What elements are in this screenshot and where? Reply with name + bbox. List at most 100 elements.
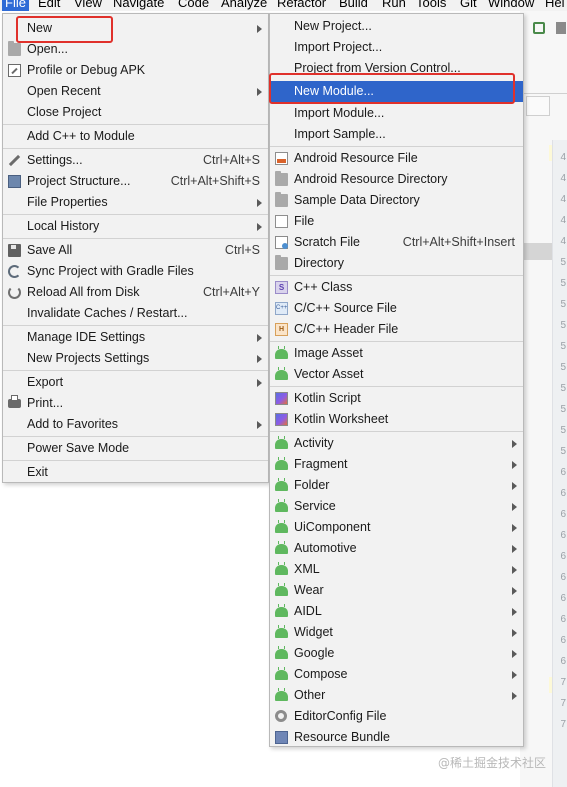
menu-separator bbox=[270, 146, 523, 147]
file-menu-local-history[interactable]: Local History bbox=[3, 216, 268, 237]
menu-item-label: Compose bbox=[294, 667, 348, 681]
activity-item[interactable]: Activity bbox=[270, 433, 523, 454]
menu-item-label: Other bbox=[294, 688, 326, 702]
file-menu-close-project[interactable]: Close Project bbox=[3, 102, 268, 123]
android-resource-directory-item[interactable]: Android Resource Directory bbox=[270, 169, 523, 190]
aidl-item[interactable]: AIDL bbox=[270, 601, 523, 622]
submenu-arrow-icon bbox=[257, 25, 262, 33]
other-item[interactable]: Other bbox=[270, 685, 523, 706]
menu-file[interactable]: File bbox=[2, 0, 29, 11]
import-module-item[interactable]: Import Module... bbox=[270, 103, 523, 124]
line-number: 4 bbox=[560, 215, 566, 226]
file-menu-reload-all[interactable]: Reload All from Disk Ctrl+Alt+Y bbox=[3, 282, 268, 303]
android-icon bbox=[275, 499, 288, 512]
menu-window[interactable]: Window bbox=[485, 0, 537, 11]
menu-tools[interactable]: Tools bbox=[413, 0, 449, 11]
new-project-item[interactable]: New Project... bbox=[270, 16, 523, 37]
project-from-vcs-item[interactable]: Project from Version Control... bbox=[270, 58, 523, 79]
scratch-file-item[interactable]: Scratch File Ctrl+Alt+Shift+Insert bbox=[270, 232, 523, 253]
file-menu-profile-apk[interactable]: Profile or Debug APK bbox=[3, 60, 268, 81]
line-number: 4 bbox=[560, 236, 566, 247]
menu-run[interactable]: Run bbox=[379, 0, 409, 11]
watermark: @稀土掘金技术社区 bbox=[438, 756, 547, 770]
android-resource-file-item[interactable]: Android Resource File bbox=[270, 148, 523, 169]
editorconfig-file-item[interactable]: EditorConfig File bbox=[270, 706, 523, 727]
menu-analyze[interactable]: Analyze bbox=[218, 0, 270, 11]
file-menu-project-structure[interactable]: Project Structure... Ctrl+Alt+Shift+S bbox=[3, 171, 268, 192]
menu-item-label: File Properties bbox=[27, 195, 108, 209]
menu-build[interactable]: Build bbox=[336, 0, 371, 11]
run-config-icon[interactable] bbox=[533, 22, 545, 34]
google-item[interactable]: Google bbox=[270, 643, 523, 664]
file-menu-sync-gradle[interactable]: Sync Project with Gradle Files bbox=[3, 261, 268, 282]
folder-item[interactable]: Folder bbox=[270, 475, 523, 496]
file-menu-file-properties[interactable]: File Properties bbox=[3, 192, 268, 213]
file-menu-save-all[interactable]: Save All Ctrl+S bbox=[3, 240, 268, 261]
line-number: 4 bbox=[560, 173, 566, 184]
gear-icon bbox=[275, 710, 287, 722]
directory-item[interactable]: Directory bbox=[270, 253, 523, 274]
device-icon[interactable] bbox=[556, 22, 566, 34]
vector-asset-item[interactable]: Vector Asset bbox=[270, 364, 523, 385]
menu-view[interactable]: View bbox=[71, 0, 105, 11]
import-project-item[interactable]: Import Project... bbox=[270, 37, 523, 58]
menu-item-shortcut: Ctrl+Alt+Shift+Insert bbox=[402, 235, 515, 249]
file-menu-add-cpp[interactable]: Add C++ to Module bbox=[3, 126, 268, 147]
file-menu-settings[interactable]: Settings... Ctrl+Alt+S bbox=[3, 150, 268, 171]
cpp-class-item[interactable]: S C++ Class bbox=[270, 277, 523, 298]
compose-item[interactable]: Compose bbox=[270, 664, 523, 685]
editor-tab[interactable] bbox=[526, 96, 550, 116]
wear-item[interactable]: Wear bbox=[270, 580, 523, 601]
line-number-gutter: 4 4 4 4 4 5 5 5 5 5 5 5 5 5 5 6 6 6 6 6 6 6 6 6 6 7 7 7 bbox=[552, 140, 567, 787]
submenu-arrow-icon bbox=[257, 199, 262, 207]
file-menu-export[interactable]: Export bbox=[3, 372, 268, 393]
menu-navigate[interactable]: Navigate bbox=[110, 0, 167, 11]
file-menu-invalidate-caches[interactable]: Invalidate Caches / Restart... bbox=[3, 303, 268, 324]
menu-item-label: Resource Bundle bbox=[294, 730, 390, 744]
cpp-source-file-item[interactable]: C++ C/C++ Source File bbox=[270, 298, 523, 319]
new-module-item[interactable]: New Module... bbox=[270, 81, 523, 102]
file-menu-power-save[interactable]: Power Save Mode bbox=[3, 438, 268, 459]
image-asset-item[interactable]: Image Asset bbox=[270, 343, 523, 364]
menu-item-label: Add C++ to Module bbox=[27, 129, 135, 143]
menu-separator bbox=[270, 431, 523, 432]
kotlin-script-item[interactable]: Kotlin Script bbox=[270, 388, 523, 409]
resource-bundle-item[interactable]: Resource Bundle bbox=[270, 727, 523, 748]
file-menu-open-recent[interactable]: Open Recent bbox=[3, 81, 268, 102]
file-menu-new-projects-settings[interactable]: New Projects Settings bbox=[3, 348, 268, 369]
file-menu-add-favorites[interactable]: Add to Favorites bbox=[3, 414, 268, 435]
kotlin-worksheet-item[interactable]: Kotlin Worksheet bbox=[270, 409, 523, 430]
menu-item-label: Save All bbox=[27, 243, 73, 257]
automotive-item[interactable]: Automotive bbox=[270, 538, 523, 559]
menu-refactor[interactable]: Refactor bbox=[274, 0, 329, 11]
menu-help[interactable]: Hel bbox=[542, 0, 567, 11]
fragment-item[interactable]: Fragment bbox=[270, 454, 523, 475]
line-number: 6 bbox=[560, 530, 566, 541]
submenu-arrow-icon bbox=[512, 650, 517, 658]
file-menu-new[interactable]: New bbox=[3, 18, 268, 39]
menu-git[interactable]: Git bbox=[457, 0, 480, 11]
file-menu-open[interactable]: Open... bbox=[3, 39, 268, 60]
file-menu-exit[interactable]: Exit bbox=[3, 462, 268, 483]
menu-separator bbox=[3, 238, 268, 239]
menu-edit[interactable]: Edit bbox=[35, 0, 63, 11]
menu-item-label: Local History bbox=[27, 219, 100, 233]
menu-item-label: Settings... bbox=[27, 153, 83, 167]
android-icon bbox=[275, 646, 288, 659]
cpp-header-file-item[interactable]: H C/C++ Header File bbox=[270, 319, 523, 340]
sample-data-directory-item[interactable]: Sample Data Directory bbox=[270, 190, 523, 211]
menu-item-label: Folder bbox=[294, 478, 330, 492]
uicomponent-item[interactable]: UiComponent bbox=[270, 517, 523, 538]
line-number: 6 bbox=[560, 509, 566, 520]
service-item[interactable]: Service bbox=[270, 496, 523, 517]
line-number: 5 bbox=[560, 257, 566, 268]
menu-code[interactable]: Code bbox=[175, 0, 212, 11]
file-item[interactable]: File bbox=[270, 211, 523, 232]
menu-item-label: Google bbox=[294, 646, 335, 660]
menu-item-label: Sample Data Directory bbox=[294, 193, 420, 207]
xml-item[interactable]: XML bbox=[270, 559, 523, 580]
import-sample-item[interactable]: Import Sample... bbox=[270, 124, 523, 145]
file-menu-print[interactable]: Print... bbox=[3, 393, 268, 414]
file-menu-manage-ide-settings[interactable]: Manage IDE Settings bbox=[3, 327, 268, 348]
widget-item[interactable]: Widget bbox=[270, 622, 523, 643]
